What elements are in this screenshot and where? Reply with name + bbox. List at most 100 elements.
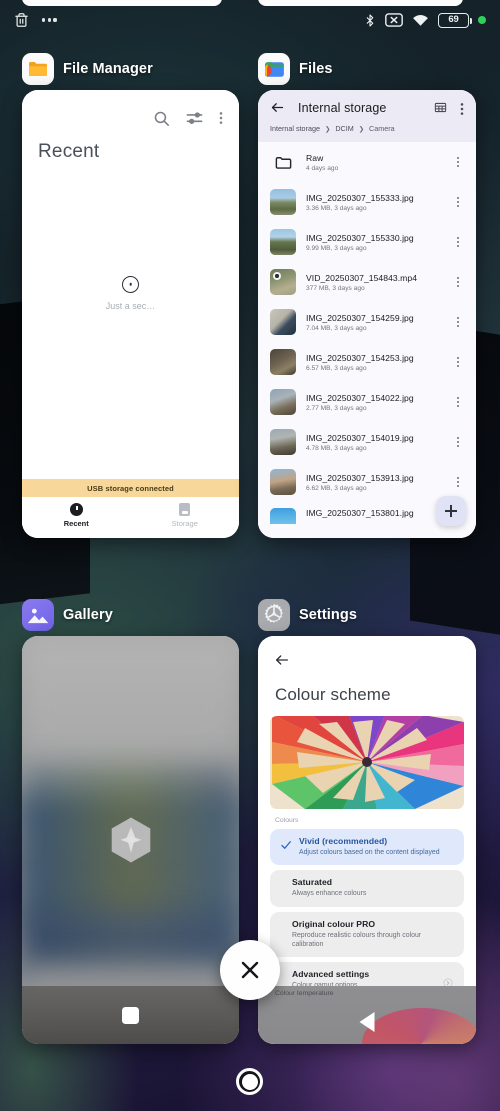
row-more-icon[interactable] (452, 476, 464, 488)
file-meta: 6.62 MB, 3 days ago (306, 484, 367, 492)
app-header[interactable]: File Manager (22, 48, 239, 90)
file-list[interactable]: Raw 4 days ago IMG_20250307_155333.jpg 3… (258, 142, 476, 538)
recents-card-file-manager[interactable]: File Manager Recent Just a sec… USB stor… (22, 48, 239, 538)
more-vertical-icon[interactable] (460, 101, 464, 115)
list-item[interactable]: Raw 4 days ago (258, 142, 476, 182)
option-original-colour-pro[interactable]: Original colour PRO Reproduce realistic … (270, 911, 464, 958)
file-name: IMG_20250307_154022.jpg (306, 392, 414, 403)
app-preview-files[interactable]: Internal storage Internal storage ❯ DCIM… (258, 90, 476, 538)
file-thumbnail (270, 429, 296, 455)
colour-wheel-preview (362, 1008, 476, 1044)
file-meta: 2.77 MB, 3 days ago (306, 404, 367, 412)
app-preview-file-manager[interactable]: Recent Just a sec… USB storage connected… (22, 90, 239, 538)
option-title: Vivid (recommended) (299, 836, 388, 846)
back-arrow-icon[interactable] (270, 100, 285, 115)
file-meta: 377 MB, 3 days ago (306, 284, 365, 292)
row-more-icon[interactable] (452, 276, 464, 288)
row-more-icon[interactable] (452, 316, 464, 328)
file-meta: 6.57 MB, 3 days ago (306, 364, 367, 372)
search-icon[interactable] (153, 110, 170, 127)
page-title: Internal storage (298, 100, 387, 115)
row-more-icon[interactable] (452, 236, 464, 248)
list-item[interactable]: IMG_20250307_154253.jpg 6.57 MB, 3 days … (258, 342, 476, 382)
option-title: Original colour PRO (292, 918, 376, 929)
option-subtitle: Reproduce realistic colours through colo… (292, 931, 422, 948)
wifi-icon (412, 13, 429, 27)
back-triangle-icon[interactable] (359, 1012, 375, 1032)
usb-storage-banner[interactable]: USB storage connected (22, 479, 239, 497)
google-files-icon (258, 53, 290, 85)
more-options-icon[interactable] (42, 18, 57, 22)
secure-content-hidden-icon (110, 817, 152, 864)
colour-options-list[interactable]: Vivid (recommended) Adjust colours based… (258, 829, 476, 999)
trash-icon[interactable] (14, 12, 29, 28)
file-name: IMG_20250307_155333.jpg (306, 192, 414, 203)
list-item[interactable]: IMG_20250307_155333.jpg 3.36 MB, 3 days … (258, 182, 476, 222)
app-header[interactable]: Gallery (22, 594, 239, 636)
close-all-button[interactable] (220, 940, 280, 1000)
list-item[interactable]: IMG_20250307_154019.jpg 4.78 MB, 3 days … (258, 422, 476, 462)
nav-tab-label: Storage (171, 519, 198, 528)
recents-square-icon[interactable] (122, 1006, 139, 1024)
status-bar: 69 (0, 0, 500, 40)
page-title: Colour scheme (275, 685, 391, 704)
row-more-icon[interactable] (452, 436, 464, 448)
more-vertical-icon[interactable] (219, 110, 223, 127)
list-item[interactable]: IMG_20250307_154259.jpg 7.04 MB, 3 days … (258, 302, 476, 342)
file-thumbnail (270, 389, 296, 415)
row-more-icon[interactable] (452, 356, 464, 368)
back-arrow-icon[interactable] (258, 636, 476, 673)
row-more-icon[interactable] (452, 396, 464, 408)
chevron-right-icon (443, 975, 453, 988)
bottom-navigation[interactable]: Recent Storage (22, 497, 239, 538)
row-more-icon[interactable] (452, 156, 464, 168)
app-preview-gallery[interactable] (22, 636, 239, 1044)
breadcrumb-item[interactable]: DCIM (335, 124, 353, 133)
file-meta: 3.36 MB, 3 days ago (306, 204, 367, 212)
clock-icon (69, 503, 83, 516)
recents-card-gallery[interactable]: Gallery (22, 594, 239, 1044)
recording-indicator (478, 16, 486, 24)
list-item[interactable]: VID_20250307_154843.mp4 377 MB, 3 days a… (258, 262, 476, 302)
chevron-right-icon: ❯ (358, 125, 365, 133)
option-saturated[interactable]: Saturated Always enhance colours (270, 870, 464, 907)
file-thumbnail (270, 269, 296, 295)
file-thumbnail (270, 507, 296, 524)
app-header[interactable]: Files (258, 48, 476, 90)
nav-tab-storage[interactable]: Storage (131, 503, 240, 528)
file-meta: 4 days ago (306, 164, 339, 172)
file-thumbnail (270, 349, 296, 375)
list-item[interactable]: IMG_20250307_154022.jpg 2.77 MB, 3 days … (258, 382, 476, 422)
file-thumbnail (270, 309, 296, 335)
folder-icon (270, 149, 296, 175)
loading-spinner-icon (122, 275, 139, 293)
file-name: IMG_20250307_153913.jpg (306, 472, 414, 483)
breadcrumb-item[interactable]: Camera (369, 124, 395, 133)
row-more-icon[interactable] (452, 196, 464, 208)
file-thumbnail (270, 229, 296, 255)
bluetooth-icon (364, 12, 376, 29)
loading-text: Just a sec… (105, 300, 156, 311)
app-header[interactable]: Settings (258, 594, 476, 636)
add-icon[interactable] (436, 496, 466, 526)
file-meta: 9.99 MB, 3 days ago (306, 244, 367, 252)
breadcrumb-item[interactable]: Internal storage (270, 124, 320, 133)
option-title: Advanced settings (292, 969, 370, 980)
home-circle-icon[interactable] (236, 1068, 263, 1095)
option-vivid[interactable]: Vivid (recommended) Adjust colours based… (270, 829, 464, 866)
file-meta: 4.78 MB, 3 days ago (306, 444, 367, 452)
app-preview-settings[interactable]: Colour scheme Colours Vivid (recommended… (258, 636, 476, 1044)
recents-card-files[interactable]: Files Internal storage Internal storage … (258, 48, 476, 538)
file-name: IMG_20250307_154253.jpg (306, 352, 414, 363)
grid-view-icon[interactable] (434, 101, 447, 114)
list-item[interactable]: IMG_20250307_155330.jpg 9.99 MB, 3 days … (258, 222, 476, 262)
nav-tab-label: Recent (63, 519, 89, 528)
recents-card-settings[interactable]: Settings Colour scheme Colours Vivid (re… (258, 594, 476, 1044)
filter-sliders-icon[interactable] (186, 110, 203, 127)
page-title: Recent (38, 141, 100, 162)
section-label: Colours (275, 817, 299, 824)
option-subtitle: Always enhance colours (292, 890, 367, 898)
settings-gear-icon (258, 599, 290, 631)
breadcrumb[interactable]: Internal storage ❯ DCIM ❯ Camera (270, 115, 464, 142)
nav-tab-recent[interactable]: Recent (22, 503, 131, 528)
